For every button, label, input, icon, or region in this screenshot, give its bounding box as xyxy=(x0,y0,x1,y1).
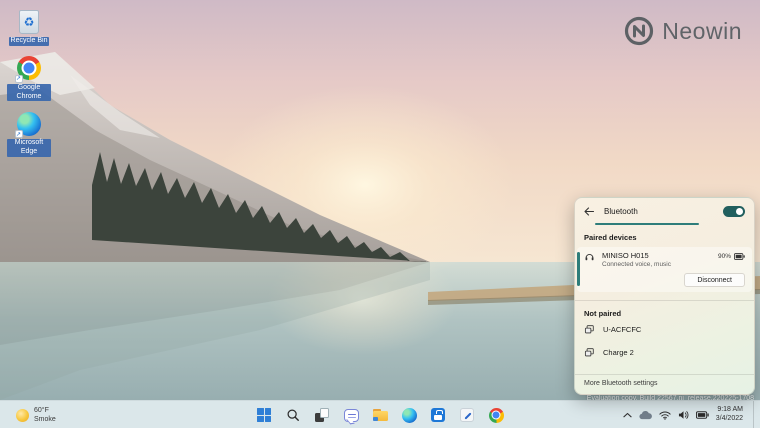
start-button[interactable] xyxy=(253,404,275,426)
desktop-icon-recycle-bin[interactable]: ♻ Recycle Bin xyxy=(4,8,54,46)
unpaired-device-row[interactable]: Charge 2 xyxy=(575,341,754,364)
paired-device-row: MINISO H015 Connected voice, music 90% xyxy=(584,251,745,268)
chat-icon xyxy=(344,409,359,422)
unpaired-device-name: U-ACFCFC xyxy=(603,325,641,334)
desktop-icon-google-chrome[interactable]: ↗ Google Chrome xyxy=(4,55,54,102)
paired-device-card[interactable]: MINISO H015 Connected voice, music 90% D… xyxy=(577,247,752,292)
desktop-icon-list: ♻ Recycle Bin ↗ Google Chrome ↗ Microsof… xyxy=(4,8,54,157)
start-icon xyxy=(257,408,271,422)
taskbar: 60°F Smoke xyxy=(0,400,760,428)
tray-overflow-button[interactable] xyxy=(623,412,632,418)
desktop-icon-label: Recycle Bin xyxy=(9,37,50,46)
edge-icon: ↗ xyxy=(16,110,43,137)
bluetooth-flyout-header: Bluetooth xyxy=(575,205,754,218)
weather-widget[interactable]: 60°F Smoke xyxy=(10,401,62,428)
battery-tray-button[interactable] xyxy=(696,411,709,419)
edge-taskbar-icon xyxy=(402,408,417,423)
weather-condition: Smoke xyxy=(34,415,56,424)
volume-icon xyxy=(678,410,689,420)
divider xyxy=(575,300,754,301)
tray-date: 3/4/2022 xyxy=(716,415,743,424)
recycle-bin-icon: ♻ xyxy=(16,8,43,35)
wifi-icon xyxy=(659,411,671,420)
more-bluetooth-settings-link[interactable]: More Bluetooth settings xyxy=(575,375,754,394)
tray-time: 9:18 AM xyxy=(716,406,743,415)
device-action-row: Disconnect xyxy=(584,273,745,287)
edge-button[interactable] xyxy=(398,404,420,426)
unpaired-device-row[interactable]: U-ACFCFC xyxy=(575,318,754,341)
shortcut-arrow-icon: ↗ xyxy=(15,130,23,138)
chat-button[interactable] xyxy=(340,404,362,426)
snipping-tool-button[interactable] xyxy=(456,404,478,426)
nav-underline xyxy=(595,223,699,225)
paired-device-name: MINISO H015 xyxy=(602,251,671,260)
microsoft-store-button[interactable] xyxy=(427,404,449,426)
toggle-knob xyxy=(736,208,743,215)
weather-temp: 60°F xyxy=(34,406,56,415)
chevron-up-icon xyxy=(623,412,632,418)
paired-device-status: Connected voice, music xyxy=(602,261,671,268)
device-icon xyxy=(584,347,595,358)
sun-icon xyxy=(16,409,29,422)
store-icon xyxy=(431,408,445,422)
volume-tray-button[interactable] xyxy=(678,410,689,420)
neowin-logo-icon xyxy=(624,16,654,46)
neowin-logo: Neowin xyxy=(624,16,742,46)
network-tray-button[interactable] xyxy=(659,411,671,420)
chrome-icon: ↗ xyxy=(16,55,43,82)
desktop-icon-label: Google Chrome xyxy=(7,84,51,102)
file-explorer-button[interactable] xyxy=(369,404,391,426)
onedrive-tray-button[interactable] xyxy=(639,411,652,420)
back-arrow-icon[interactable] xyxy=(584,207,597,216)
clock-widget[interactable]: 9:18 AM 3/4/2022 xyxy=(716,406,746,424)
unpaired-device-name: Charge 2 xyxy=(603,348,634,357)
snipping-tool-icon xyxy=(460,408,474,422)
battery-percent: 90% xyxy=(718,253,731,260)
headphones-icon xyxy=(584,251,595,262)
paired-device-texts: MINISO H015 Connected voice, music xyxy=(602,251,671,268)
system-tray: 9:18 AM 3/4/2022 xyxy=(623,401,756,428)
desktop-icon-label: Microsoft Edge xyxy=(7,139,51,157)
bluetooth-panel-title: Bluetooth xyxy=(604,207,638,216)
taskbar-center-icons xyxy=(253,401,507,428)
neowin-brand-text: Neowin xyxy=(662,18,742,45)
bluetooth-toggle[interactable] xyxy=(723,206,745,217)
task-view-icon xyxy=(315,408,329,422)
shortcut-arrow-icon: ↗ xyxy=(15,75,23,83)
task-view-button[interactable] xyxy=(311,404,333,426)
desktop-icon-microsoft-edge[interactable]: ↗ Microsoft Edge xyxy=(4,110,54,157)
search-icon xyxy=(286,408,300,422)
search-button[interactable] xyxy=(282,404,304,426)
not-paired-header: Not paired xyxy=(575,309,754,318)
battery-tray-icon xyxy=(696,411,709,419)
file-explorer-icon xyxy=(373,409,388,421)
onedrive-cloud-icon xyxy=(639,411,652,420)
desktop-screen: Neowin ♻ Recycle Bin ↗ Google Chrome ↗ M… xyxy=(0,0,760,428)
device-icon xyxy=(584,324,595,335)
device-battery: 90% xyxy=(718,251,745,260)
show-desktop-button[interactable] xyxy=(753,401,756,428)
bluetooth-flyout: Bluetooth Paired devices MINISO H015 Con… xyxy=(574,197,755,395)
paired-devices-header: Paired devices xyxy=(575,233,754,242)
disconnect-button[interactable]: Disconnect xyxy=(684,273,745,287)
flyout-footer: More Bluetooth settings xyxy=(575,366,754,394)
chrome-taskbar-icon xyxy=(489,408,504,423)
weather-text: 60°F Smoke xyxy=(34,406,56,424)
chrome-button[interactable] xyxy=(485,404,507,426)
selection-accent-bar xyxy=(577,252,580,286)
battery-icon xyxy=(734,253,745,260)
